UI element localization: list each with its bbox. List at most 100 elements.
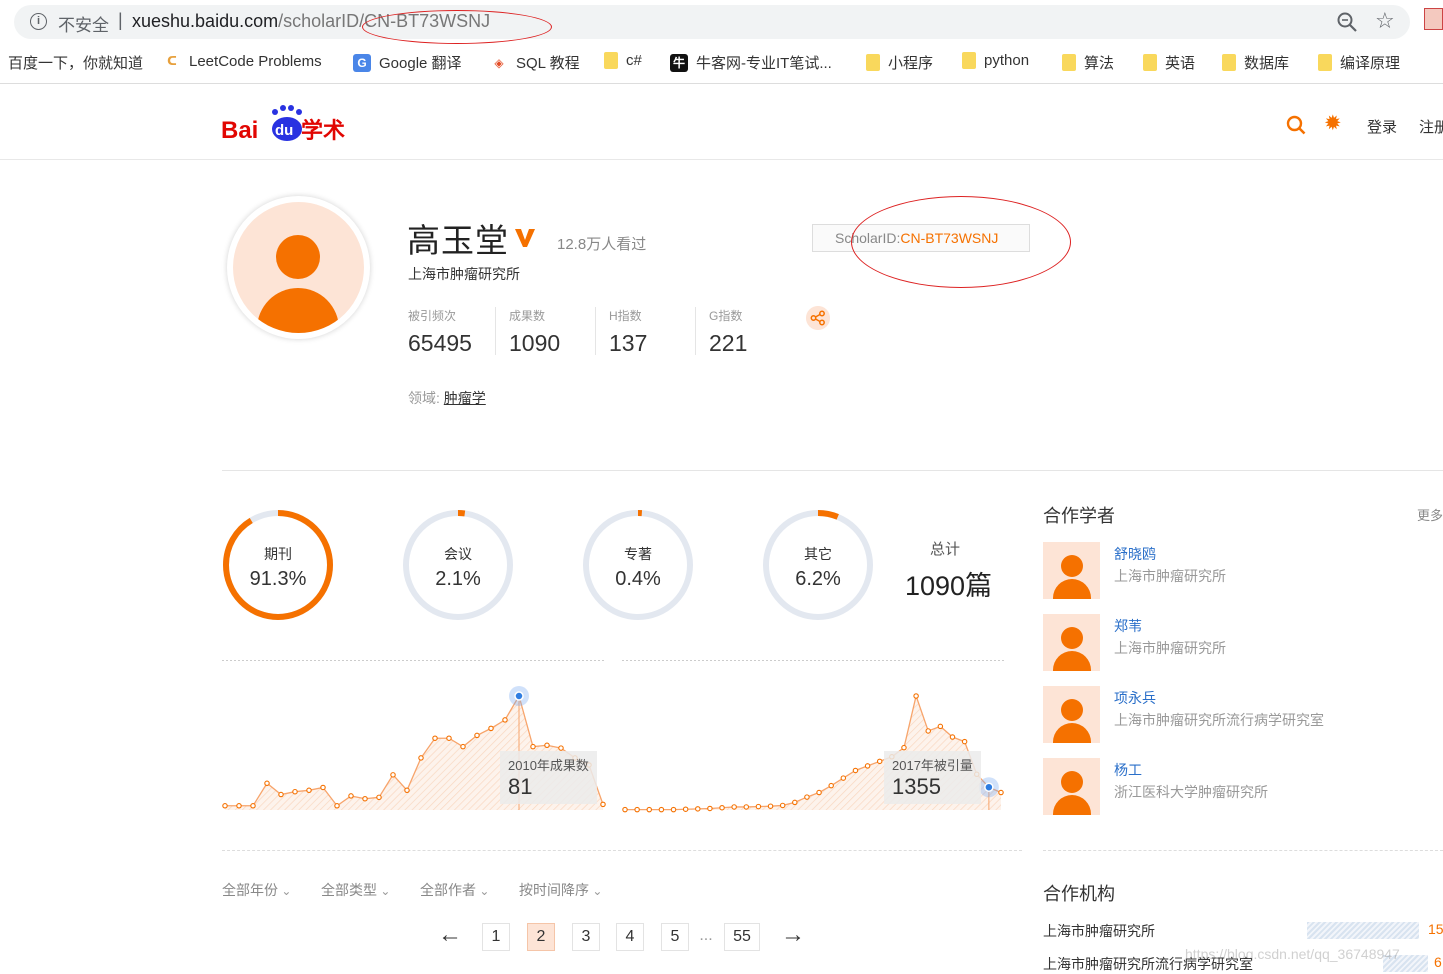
chart-point[interactable] [731,804,737,810]
chart-point[interactable] [828,782,834,789]
bookmark-item[interactable]: ᑕ LeetCode Problems [163,52,322,70]
chart-point[interactable] [222,803,228,809]
bookmark-item[interactable]: 百度一下，你就知道 [8,52,143,73]
chart-point[interactable] [901,744,907,751]
chart-point[interactable] [937,723,944,730]
register-link[interactable]: 注册 [1419,116,1443,137]
filter-year-dropdown[interactable]: 全部年份 [222,880,291,900]
chart-point[interactable] [816,789,822,796]
bookmark-item[interactable]: 英语 [1143,52,1195,73]
zoom-icon[interactable] [1336,11,1358,33]
prev-page-arrow-icon[interactable]: ← [434,923,466,951]
bookmark-item[interactable]: 小程序 [866,52,933,73]
outputs-per-year-chart[interactable]: 2010年成果数 81 [222,660,606,816]
chart-point[interactable] [622,806,628,813]
chart-point[interactable] [719,804,725,811]
chart-point[interactable] [390,772,396,778]
chart-point[interactable] [707,805,713,812]
bookmark-star-icon[interactable]: ☆ [1375,8,1395,34]
chart-point[interactable] [334,803,340,809]
filter-author-dropdown[interactable]: 全部作者 [420,880,489,900]
coauthor-name[interactable]: 郑苇 [1114,616,1142,636]
chart-point[interactable] [743,804,750,810]
chart-point[interactable] [432,735,438,741]
chart-point[interactable] [320,784,326,791]
sort-order-dropdown[interactable]: 按时间降序 [519,880,602,900]
info-icon[interactable]: i [30,13,47,30]
chart-point[interactable] [670,806,677,813]
chart-highlight-point[interactable] [984,782,994,792]
share-icon[interactable] [806,306,830,330]
chart-point[interactable] [502,717,508,723]
page-5-button[interactable]: 5 [661,923,689,951]
chart-point[interactable] [404,787,410,794]
chart-point[interactable] [998,789,1004,796]
chart-point[interactable] [695,806,701,812]
chart-point[interactable] [292,788,298,795]
bookmark-item[interactable]: G Google 翻译 [353,52,462,73]
chart-point[interactable] [474,732,480,739]
login-link[interactable]: 登录 [1367,116,1397,137]
coauthors-more-link[interactable]: 更多 [1417,505,1443,524]
bookmark-item[interactable]: c# [604,52,642,69]
chart-point[interactable] [264,780,270,787]
bookmark-item[interactable]: 数据库 [1222,52,1289,73]
bookmark-item[interactable]: 编译原理 [1318,52,1400,73]
chart-point[interactable] [306,787,312,794]
chart-point[interactable] [634,806,640,813]
chart-point[interactable] [488,725,494,732]
chart-point[interactable] [362,795,368,802]
chart-point[interactable] [600,801,606,808]
chart-point[interactable] [278,791,284,798]
coauthor-card[interactable]: 项永兵 上海市肿瘤研究所流行病学研究室 [1043,686,1443,744]
baidu-xueshu-logo[interactable]: Bai du 学术 [221,102,349,144]
page-2-button[interactable]: 2 [527,923,555,951]
chart-point[interactable] [792,799,798,806]
settings-gear-icon[interactable]: ✹ [1324,111,1342,136]
chart-point[interactable] [961,738,968,745]
field-link[interactable]: 肿瘤学 [444,390,486,406]
coauthor-card[interactable]: 舒晓鸥 上海市肿瘤研究所 [1043,542,1443,600]
chart-point[interactable] [658,806,665,813]
chart-point[interactable] [779,802,786,809]
chart-point[interactable] [446,735,452,741]
chart-point[interactable] [864,763,871,769]
chart-point[interactable] [913,693,919,699]
next-page-arrow-icon[interactable]: → [777,923,809,951]
coauthor-name[interactable]: 舒晓鸥 [1114,544,1156,564]
chart-point[interactable] [767,803,774,809]
chart-point[interactable] [949,734,956,740]
chart-point[interactable] [840,775,847,781]
coauthor-card[interactable]: 杨工 浙江医科大学肿瘤研究所 [1043,758,1443,816]
bookmark-item[interactable]: python [962,52,1029,69]
chart-highlight-point[interactable] [514,691,524,701]
bookmark-item[interactable]: 算法 [1062,52,1114,73]
chart-point[interactable] [460,743,466,750]
page-1-button[interactable]: 1 [482,923,510,951]
chart-point[interactable] [852,767,859,774]
chart-point[interactable] [530,743,536,750]
chart-point[interactable] [418,755,424,761]
chart-point[interactable] [250,803,256,809]
page-4-button[interactable]: 4 [616,923,644,951]
chart-point[interactable] [804,794,810,800]
pdf-extension-icon[interactable] [1424,8,1443,30]
coauthor-name[interactable]: 项永兵 [1114,688,1156,708]
bookmark-item[interactable]: ◈ SQL 教程 [490,52,580,73]
chart-point[interactable] [646,806,653,813]
filter-type-dropdown[interactable]: 全部类型 [321,880,390,900]
chart-point[interactable] [558,745,564,751]
coauthor-name[interactable]: 杨工 [1114,760,1142,780]
institution-name[interactable]: 上海市肿瘤研究所 [1043,921,1155,941]
chart-point[interactable] [236,803,242,809]
chart-point[interactable] [682,806,689,812]
chart-point[interactable] [376,794,382,801]
address-bar[interactable]: i 不安全 | xueshu.baidu.com/scholarID/CN-BT… [14,5,1410,39]
chart-point[interactable] [544,742,550,749]
chart-point[interactable] [348,793,354,799]
chart-point[interactable] [755,803,762,810]
chart-point[interactable] [925,728,931,734]
search-icon[interactable] [1286,115,1306,135]
coauthor-card[interactable]: 郑苇 上海市肿瘤研究所 [1043,614,1443,672]
citations-per-year-chart[interactable]: 2017年被引量 1355 [622,660,1004,816]
